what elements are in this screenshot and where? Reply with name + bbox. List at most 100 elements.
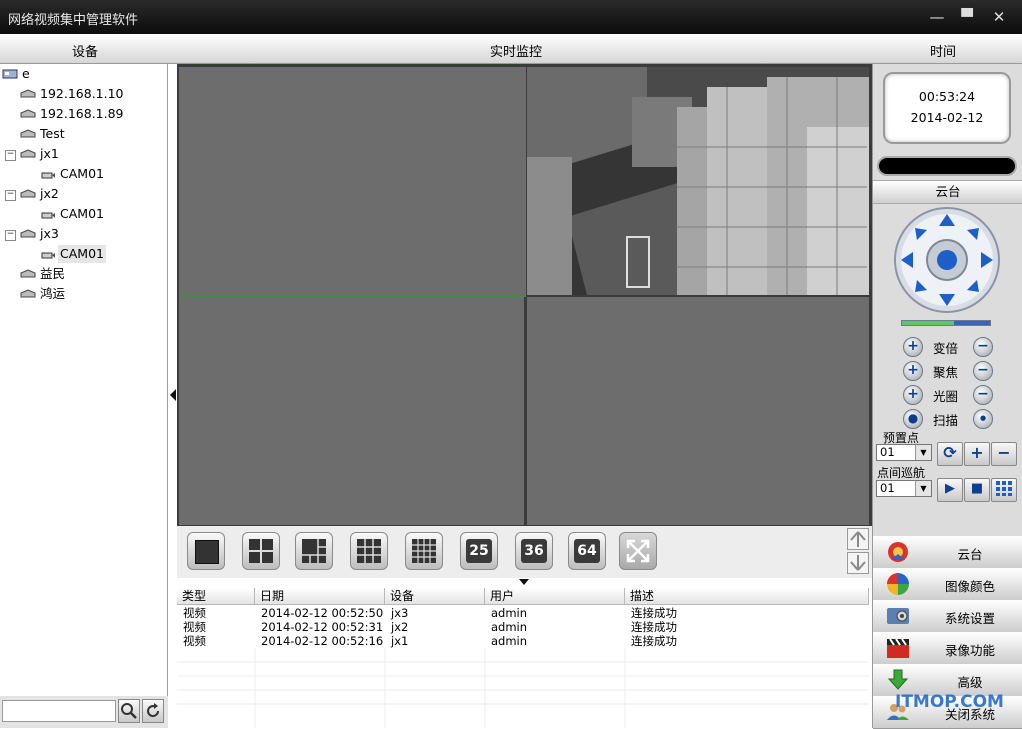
settings-icon — [887, 608, 909, 624]
video-pane-2[interactable] — [527, 67, 869, 295]
green-down-arrow-icon — [887, 669, 909, 690]
focus-far-button[interactable]: − — [973, 361, 993, 381]
tree-device-jx2[interactable]: jx2 — [40, 185, 59, 203]
title-bar: 网络视频集中管理软件 — ▀ ✕ — [0, 0, 1022, 34]
tree-camera-jx1-cam01[interactable]: CAM01 — [60, 165, 104, 183]
grid-dots-icon — [996, 481, 1012, 496]
search-button[interactable] — [118, 699, 140, 723]
layout-9-button[interactable] — [350, 532, 388, 570]
dvr-icon — [20, 89, 36, 98]
event-log-table: 类型 日期 设备 用户 描述 视频 2014-02-12 00:52:50 jx… — [177, 578, 872, 728]
collapse-toggle[interactable]: − — [5, 150, 16, 161]
clock-time: 00:53:24 — [918, 89, 976, 104]
tree-device-hongyun[interactable]: 鸿运 — [40, 285, 65, 303]
layout-36-button[interactable]: 36 — [515, 532, 553, 570]
video-pane-1[interactable] — [179, 67, 526, 297]
ptz-section-title: 云台 — [873, 180, 1022, 204]
preset-remove-button[interactable]: − — [991, 442, 1017, 466]
scan-stop-button[interactable]: ● — [973, 409, 993, 429]
tree-device-192-168-1-89[interactable]: 192.168.1.89 — [40, 105, 124, 123]
menu-system-settings[interactable]: 系统设置 — [873, 600, 1022, 633]
tree-device-jx1[interactable]: jx1 — [40, 145, 59, 163]
dvr-icon — [20, 229, 36, 238]
tree-device-192-168-1-10[interactable]: 192.168.1.10 — [40, 85, 124, 103]
preset-call-button[interactable]: ⟳ — [937, 442, 963, 466]
minimize-button[interactable]: — — [928, 8, 946, 26]
tree-device-test[interactable]: Test — [40, 125, 65, 143]
camera-icon — [41, 172, 55, 179]
column-header-strip: 设备 实时监控 时间 — [0, 34, 1022, 64]
control-panel: 00:53:24 2014-02-12 云台 + 变倍 − + 聚焦 − + 光… — [872, 64, 1022, 729]
scan-start-button[interactable]: ● — [903, 409, 923, 429]
time-header: 时间 — [930, 45, 957, 60]
iris-label: 光圈 — [933, 389, 959, 404]
maximize-button[interactable]: ▀ — [958, 8, 976, 26]
tree-device-jx3[interactable]: jx3 — [40, 225, 59, 243]
scroll-down-button[interactable] — [847, 552, 869, 574]
cruise-select[interactable]: 01 ▼ — [876, 480, 932, 497]
refresh-button[interactable] — [142, 699, 164, 723]
zoom-in-button[interactable]: + — [903, 337, 923, 357]
col-header-date[interactable]: 日期 — [255, 588, 385, 605]
layout-64-button[interactable]: 64 — [568, 532, 606, 570]
collapse-panel-arrow-icon[interactable] — [169, 388, 177, 402]
camera-icon — [41, 252, 55, 259]
tree-camera-jx2-cam01[interactable]: CAM01 — [60, 205, 104, 223]
menu-record[interactable]: 录像功能 — [873, 632, 1022, 665]
video-pane-4[interactable] — [527, 297, 869, 525]
ptz-speed-slider[interactable] — [901, 320, 991, 326]
preset-select[interactable]: 01 ▼ — [876, 444, 932, 461]
clock-display: 00:53:24 2014-02-12 — [883, 72, 1011, 144]
iris-open-button[interactable]: + — [903, 385, 923, 405]
video-pane-3[interactable] — [179, 297, 524, 525]
collapse-toggle[interactable]: − — [5, 230, 16, 241]
grid-9-icon — [357, 539, 381, 563]
col-header-desc[interactable]: 描述 — [625, 588, 869, 605]
scan-label: 扫描 — [933, 413, 959, 428]
col-header-user[interactable]: 用户 — [485, 588, 625, 605]
collapse-log-arrow-icon[interactable] — [518, 578, 530, 586]
col-header-type[interactable]: 类型 — [177, 588, 255, 605]
cruise-stop-button[interactable]: ■ — [964, 478, 990, 502]
fullscreen-icon — [626, 539, 650, 563]
table-row[interactable]: 视频 2014-02-12 00:52:31 jx2 admin 连接成功 — [177, 620, 869, 634]
menu-image-color[interactable]: 图像颜色 — [873, 568, 1022, 601]
collapse-toggle[interactable]: − — [5, 190, 16, 201]
iris-close-button[interactable]: − — [973, 385, 993, 405]
video-grid — [177, 64, 872, 526]
layout-1-button[interactable] — [187, 532, 225, 570]
table-gridlines — [177, 648, 869, 728]
dvr-icon — [20, 289, 36, 298]
tree-search-bar — [0, 696, 168, 728]
cruise-grid-button[interactable] — [991, 478, 1017, 502]
tree-search-input[interactable] — [2, 700, 116, 722]
ptz-direction-pad[interactable] — [893, 206, 1001, 314]
zoom-out-button[interactable]: − — [973, 337, 993, 357]
menu-ptz[interactable]: 云台 — [873, 536, 1022, 569]
preset-add-button[interactable]: + — [964, 442, 990, 466]
ptz-speed-fill — [902, 321, 954, 325]
tree-camera-jx3-cam01[interactable]: CAM01 — [58, 245, 106, 263]
status-bar — [877, 156, 1017, 176]
device-tree[interactable]: e 192.168.1.10 192.168.1.89 Test − jx1 C… — [0, 64, 168, 696]
clock-date: 2014-02-12 — [910, 110, 984, 125]
col-header-device[interactable]: 设备 — [385, 588, 485, 605]
layout-toolbar: 25 36 64 — [177, 526, 872, 578]
monitor-header: 实时监控 — [490, 45, 543, 60]
fullscreen-button[interactable] — [619, 532, 657, 570]
close-button[interactable]: ✕ — [990, 8, 1008, 26]
dvr-icon — [20, 189, 36, 198]
scroll-up-button[interactable] — [847, 528, 869, 550]
layout-16-button[interactable] — [405, 532, 443, 570]
layout-4-button[interactable] — [242, 532, 280, 570]
layout-25-button[interactable]: 25 — [460, 532, 498, 570]
focus-near-button[interactable]: + — [903, 361, 923, 381]
table-row[interactable]: 视频 2014-02-12 00:52:16 jx1 admin 连接成功 — [177, 634, 869, 648]
table-row[interactable]: 视频 2014-02-12 00:52:50 jx3 admin 连接成功 — [177, 606, 869, 620]
arrow-up-icon — [850, 531, 866, 547]
layout-6-button[interactable] — [295, 532, 333, 570]
cruise-play-button[interactable]: ▶ — [937, 478, 963, 502]
color-wheel-icon — [887, 573, 909, 595]
tree-device-yimin[interactable]: 益民 — [40, 265, 65, 283]
tree-root[interactable]: e — [22, 65, 30, 83]
